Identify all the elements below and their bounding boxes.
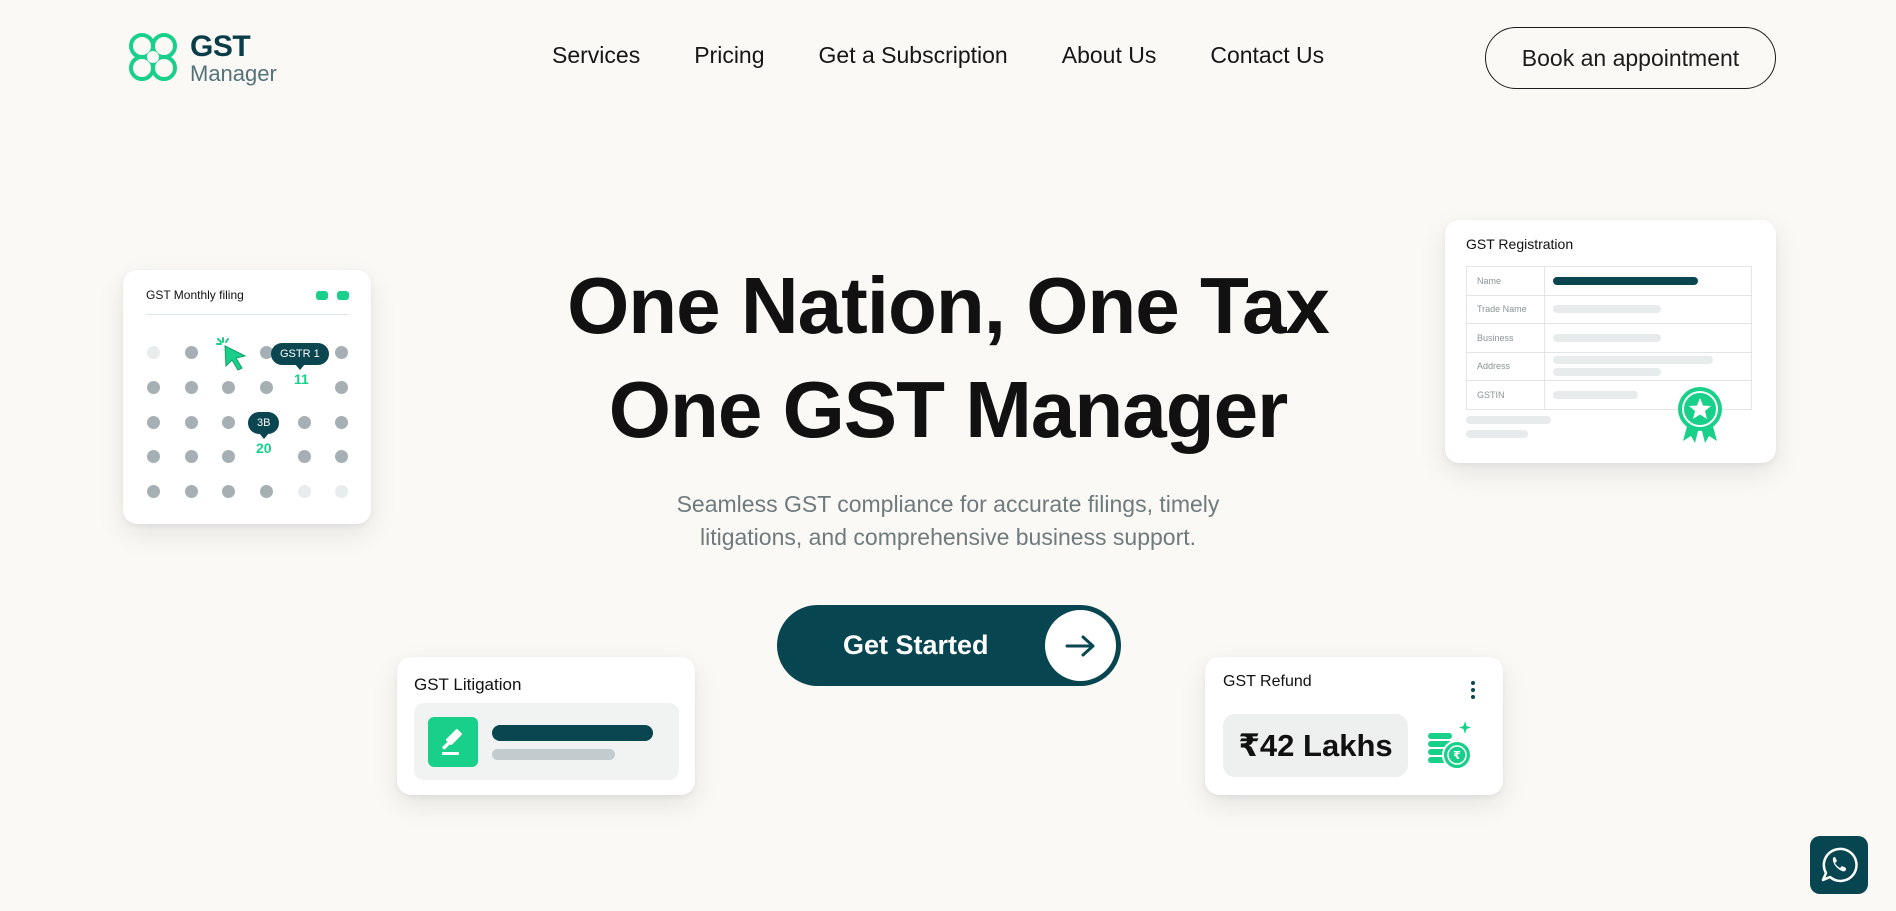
hero-subtitle: Seamless GST compliance for accurate fil… — [598, 488, 1298, 554]
award-ribbon-icon — [1678, 387, 1722, 443]
nav-pricing[interactable]: Pricing — [694, 42, 764, 69]
calendar-dot — [298, 416, 311, 429]
nav-contact[interactable]: Contact Us — [1210, 42, 1324, 69]
logo-title: GST — [190, 29, 251, 63]
hero-title-line-1: One Nation, One Tax — [567, 261, 1330, 350]
placeholder-bar — [1553, 333, 1661, 342]
due-date-11: 11 — [294, 371, 309, 387]
whatsapp-icon — [1821, 847, 1858, 883]
calendar-dot — [335, 485, 348, 498]
registration-field-label: Business — [1466, 323, 1545, 353]
nav-about[interactable]: About Us — [1062, 42, 1157, 69]
hero-subtitle-line-2: litigations, and comprehensive business … — [699, 524, 1197, 550]
logo-icon — [129, 33, 177, 81]
calendar-dot — [185, 485, 198, 498]
placeholder-bar — [1466, 430, 1528, 438]
calendar-dot — [335, 416, 348, 429]
get-started-label: Get Started — [843, 630, 989, 660]
calendar-dot — [147, 346, 160, 359]
brand-logo[interactable]: GST Manager — [122, 28, 277, 88]
table-row: Name — [1466, 266, 1752, 296]
calendar-dot — [185, 416, 198, 429]
table-row: Business — [1466, 323, 1752, 353]
placeholder-bar — [1553, 356, 1713, 365]
calendar-dot — [335, 381, 348, 394]
calendar-dot — [222, 381, 235, 394]
book-appointment-button[interactable]: Book an appointment — [1485, 27, 1776, 89]
nav-services[interactable]: Services — [552, 42, 640, 69]
calendar-dot — [147, 416, 160, 429]
calendar-dot — [147, 485, 160, 498]
refund-amount: ₹42 Lakhs — [1223, 714, 1408, 777]
calendar-dot — [260, 381, 273, 394]
calendar-dot — [185, 346, 198, 359]
registration-field-label: Name — [1466, 266, 1545, 296]
placeholder-bar — [1553, 390, 1638, 399]
litigation-item — [414, 703, 679, 780]
monthly-filing-card: GST Monthly filing GSTR 1 11 3B 20 — [123, 270, 371, 524]
placeholder-bar — [1553, 305, 1661, 314]
placeholder-bar — [1553, 276, 1698, 285]
monthly-filing-title: GST Monthly filing — [146, 288, 244, 302]
calendar-dot — [298, 485, 311, 498]
window-indicators — [316, 291, 349, 300]
table-row: Trade Name — [1466, 294, 1752, 324]
calendar-dot — [260, 485, 273, 498]
registration-field-label: Trade Name — [1466, 294, 1545, 324]
registration-card: GST Registration Name Trade Name Busines… — [1445, 220, 1776, 463]
main-nav: Services Pricing Get a Subscription Abou… — [552, 42, 1324, 69]
divider — [146, 314, 349, 315]
hero-subtitle-line-1: Seamless GST compliance for accurate fil… — [676, 491, 1220, 517]
get-started-button[interactable]: Get Started — [777, 605, 1121, 686]
logo-subtitle: Manager — [190, 60, 277, 86]
litigation-card: GST Litigation — [397, 657, 695, 795]
litigation-title: GST Litigation — [414, 675, 522, 694]
refund-card: GST Refund ₹42 Lakhs ₹ — [1205, 657, 1503, 795]
refund-title: GST Refund — [1223, 673, 1312, 690]
gstr3b-tooltip: 3B — [248, 412, 280, 439]
due-date-20: 20 — [256, 440, 272, 456]
calendar-dot — [147, 381, 160, 394]
calendar-dot — [335, 450, 348, 463]
registration-field-label: Address — [1466, 351, 1545, 381]
whatsapp-button[interactable] — [1810, 836, 1868, 894]
cursor-click-icon — [216, 337, 247, 371]
more-options-icon[interactable] — [1471, 681, 1475, 702]
placeholder-bar — [1466, 416, 1551, 424]
gavel-icon — [428, 717, 478, 767]
gstr1-tooltip: GSTR 1 — [271, 343, 329, 370]
calendar-dot — [222, 450, 235, 463]
registration-field-label: GSTIN — [1466, 380, 1545, 410]
table-row: Address — [1466, 351, 1752, 381]
arrow-right-icon — [1045, 610, 1116, 681]
hero-title-line-2: One GST Manager — [608, 365, 1288, 454]
calendar-dot — [298, 450, 311, 463]
registration-title: GST Registration — [1466, 236, 1574, 252]
nav-subscription[interactable]: Get a Subscription — [819, 42, 1008, 69]
placeholder-bar — [492, 749, 615, 760]
calendar-dot — [185, 450, 198, 463]
calendar-dot — [335, 346, 348, 359]
calendar-dot — [185, 381, 198, 394]
placeholder-bar — [1553, 368, 1661, 377]
coins-icon: ₹ — [1428, 721, 1472, 770]
placeholder-bar — [492, 725, 653, 741]
calendar-dot — [222, 416, 235, 429]
calendar-dot — [147, 450, 160, 463]
calendar-dot — [222, 485, 235, 498]
svg-text:₹: ₹ — [1453, 749, 1461, 762]
